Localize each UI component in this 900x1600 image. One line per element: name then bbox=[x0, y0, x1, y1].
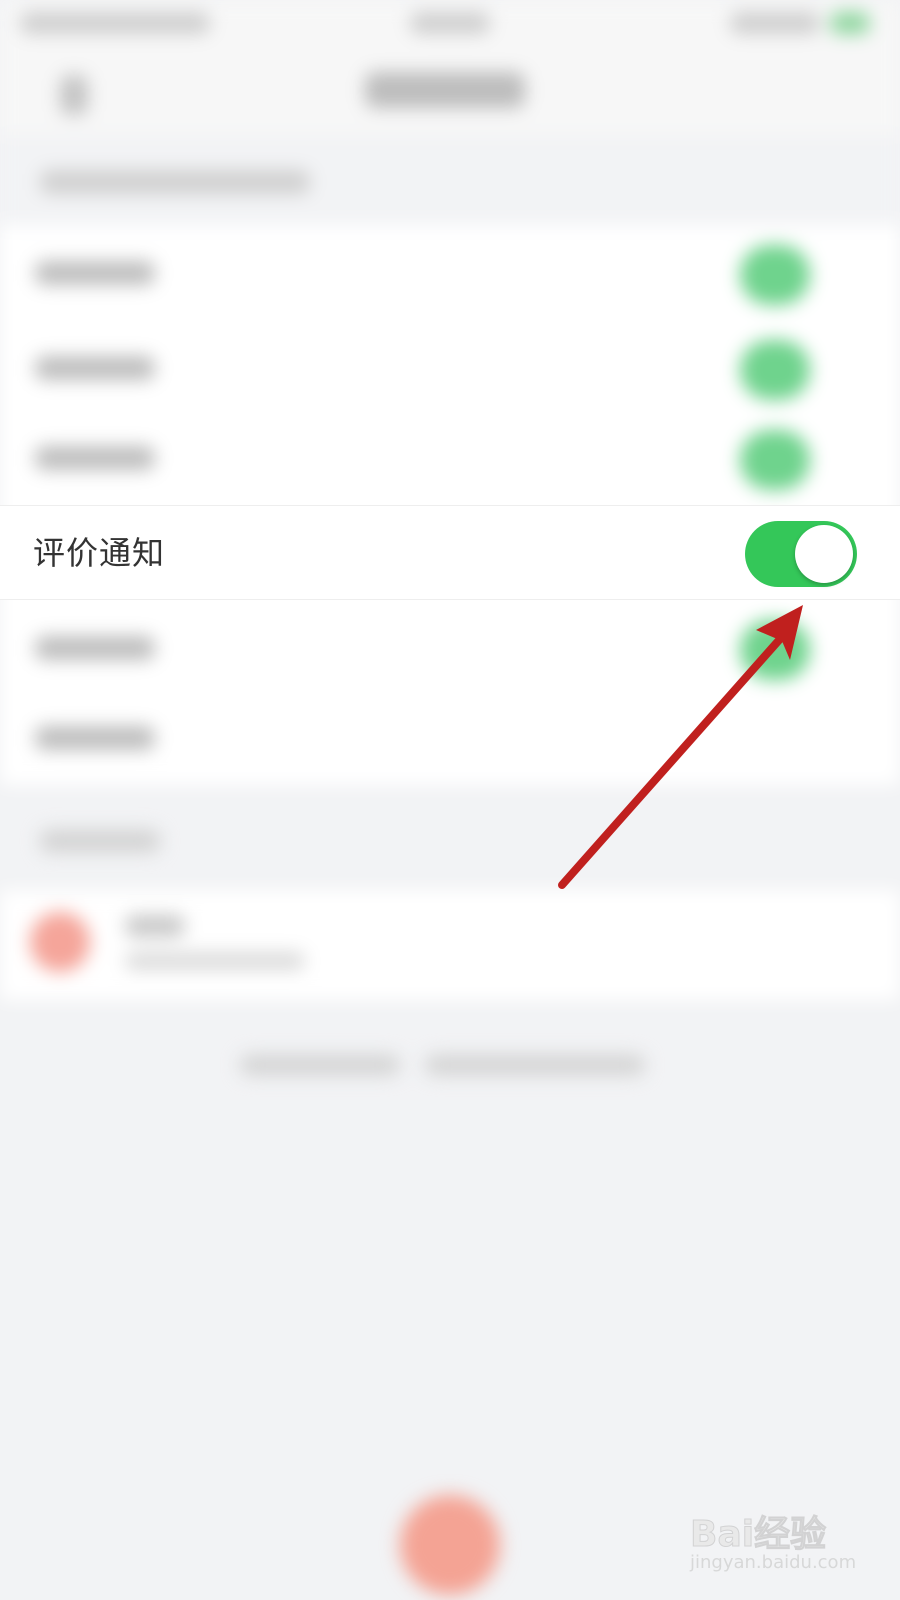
status-bar bbox=[0, 0, 900, 50]
screen: 评价通知 Bai经验 jingyan.baidu.com bbox=[0, 0, 900, 1600]
contact-row bbox=[0, 890, 900, 1000]
avatar bbox=[30, 912, 90, 972]
watermark-url: jingyan.baidu.com bbox=[690, 1552, 857, 1573]
setting-row bbox=[0, 600, 900, 695]
baidu-jingyan-watermark: Bai经验 jingyan.baidu.com bbox=[689, 1500, 860, 1590]
setting-row bbox=[0, 225, 900, 320]
setting-row bbox=[0, 690, 900, 785]
blurred-background bbox=[0, 0, 900, 1600]
watermark-logo: Bai经验 bbox=[689, 1514, 827, 1556]
nav-bar bbox=[0, 50, 900, 135]
section-header bbox=[0, 135, 900, 225]
setting-row bbox=[0, 320, 900, 415]
bottom-action-button bbox=[400, 1495, 500, 1595]
toggle-knob bbox=[795, 525, 853, 583]
review-notification-row[interactable]: 评价通知 bbox=[0, 505, 900, 600]
review-notification-toggle[interactable] bbox=[745, 521, 857, 587]
setting-row bbox=[0, 410, 900, 505]
review-notification-label: 评价通知 bbox=[33, 534, 166, 572]
